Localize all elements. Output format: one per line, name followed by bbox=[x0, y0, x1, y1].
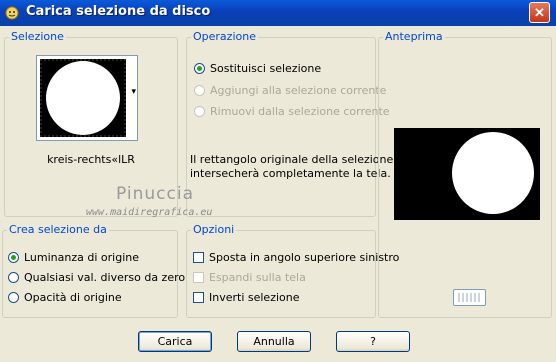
checkbox[interactable] bbox=[193, 252, 204, 263]
radio-label: Luminanza di origine bbox=[24, 251, 139, 264]
help-button[interactable]: ? bbox=[336, 331, 410, 352]
opzioni-group: Opzioni Sposta in angolo superiore sinis… bbox=[186, 223, 399, 318]
radio-luminanza[interactable]: Luminanza di origine bbox=[8, 251, 139, 264]
radio-button[interactable] bbox=[194, 63, 205, 74]
chevron-down-icon[interactable]: ▾ bbox=[131, 86, 136, 97]
operation-description: Il rettangolo originale della selezione … bbox=[190, 153, 393, 181]
checkbox-label: Sposta in angolo superiore sinistro bbox=[209, 251, 400, 264]
description-line: intersecherà completamente la tela. bbox=[190, 167, 391, 180]
selection-thumbnail bbox=[40, 59, 126, 137]
radio-label: Aggiungi alla selezione corrente bbox=[210, 84, 387, 97]
app-icon bbox=[5, 6, 19, 20]
close-button[interactable]: ✕ bbox=[529, 2, 550, 23]
radio-rimuovi[interactable]: Rimuovi dalla selezione corrente bbox=[194, 105, 390, 118]
operazione-group: Operazione Sostituisci selezione Aggiung… bbox=[186, 30, 393, 217]
radio-button[interactable] bbox=[8, 272, 19, 283]
crea-selezione-legend: Crea selezione da bbox=[7, 223, 109, 236]
radio-label: Sostituisci selezione bbox=[210, 62, 322, 75]
annulla-button[interactable]: Annulla bbox=[237, 331, 311, 352]
radio-button[interactable] bbox=[194, 106, 205, 117]
preview-circle bbox=[452, 132, 534, 214]
window-title: Carica selezione da disco bbox=[26, 4, 211, 19]
title-bar[interactable]: Carica selezione da disco ✕ bbox=[0, 0, 556, 26]
selection-thumbnail-picker[interactable]: ▾ bbox=[36, 55, 138, 141]
radio-button[interactable] bbox=[8, 292, 19, 303]
preview-pattern-icon bbox=[458, 293, 481, 302]
crea-selezione-group: Crea selezione da Luminanza di origine Q… bbox=[2, 223, 185, 318]
radio-label: Rimuovi dalla selezione corrente bbox=[210, 105, 390, 118]
watermark-name: Pinuccia bbox=[116, 184, 194, 204]
check-inverti[interactable]: Inverti selezione bbox=[193, 291, 300, 304]
checkbox-label: Espandi sulla tela bbox=[209, 271, 306, 284]
anteprima-group: Anteprima bbox=[378, 30, 552, 318]
preview-canvas bbox=[394, 128, 540, 220]
radio-opacita[interactable]: Opacità di origine bbox=[8, 291, 122, 304]
radio-button[interactable] bbox=[194, 85, 205, 96]
checkbox[interactable] bbox=[193, 292, 204, 303]
radio-label: Qualsiasi val. diverso da zero bbox=[24, 271, 186, 284]
close-icon: ✕ bbox=[534, 5, 545, 20]
checkbox-label: Inverti selezione bbox=[209, 291, 300, 304]
selection-file-name: kreis-rechts«lLR bbox=[47, 153, 135, 166]
radio-qualsiasi[interactable]: Qualsiasi val. diverso da zero bbox=[8, 271, 185, 284]
thumbnail-circle bbox=[46, 61, 120, 135]
selezione-legend: Selezione bbox=[9, 30, 66, 43]
anteprima-legend: Anteprima bbox=[383, 30, 445, 43]
watermark-url: www.maidiregrafica.eu bbox=[86, 207, 213, 218]
check-sposta[interactable]: Sposta in angolo superiore sinistro bbox=[193, 251, 399, 264]
radio-aggiungi[interactable]: Aggiungi alla selezione corrente bbox=[194, 84, 386, 97]
radio-label: Opacità di origine bbox=[24, 291, 122, 304]
radio-button[interactable] bbox=[8, 252, 19, 263]
radio-sostituisci[interactable]: Sostituisci selezione bbox=[194, 62, 321, 75]
checkbox[interactable] bbox=[193, 272, 204, 283]
carica-button[interactable]: Carica bbox=[138, 331, 212, 352]
operazione-legend: Operazione bbox=[191, 30, 258, 43]
opzioni-legend: Opzioni bbox=[191, 223, 237, 236]
preview-toggle-button[interactable] bbox=[453, 289, 486, 306]
description-line: Il rettangolo originale della selezione bbox=[190, 153, 394, 166]
check-espandi[interactable]: Espandi sulla tela bbox=[193, 271, 306, 284]
